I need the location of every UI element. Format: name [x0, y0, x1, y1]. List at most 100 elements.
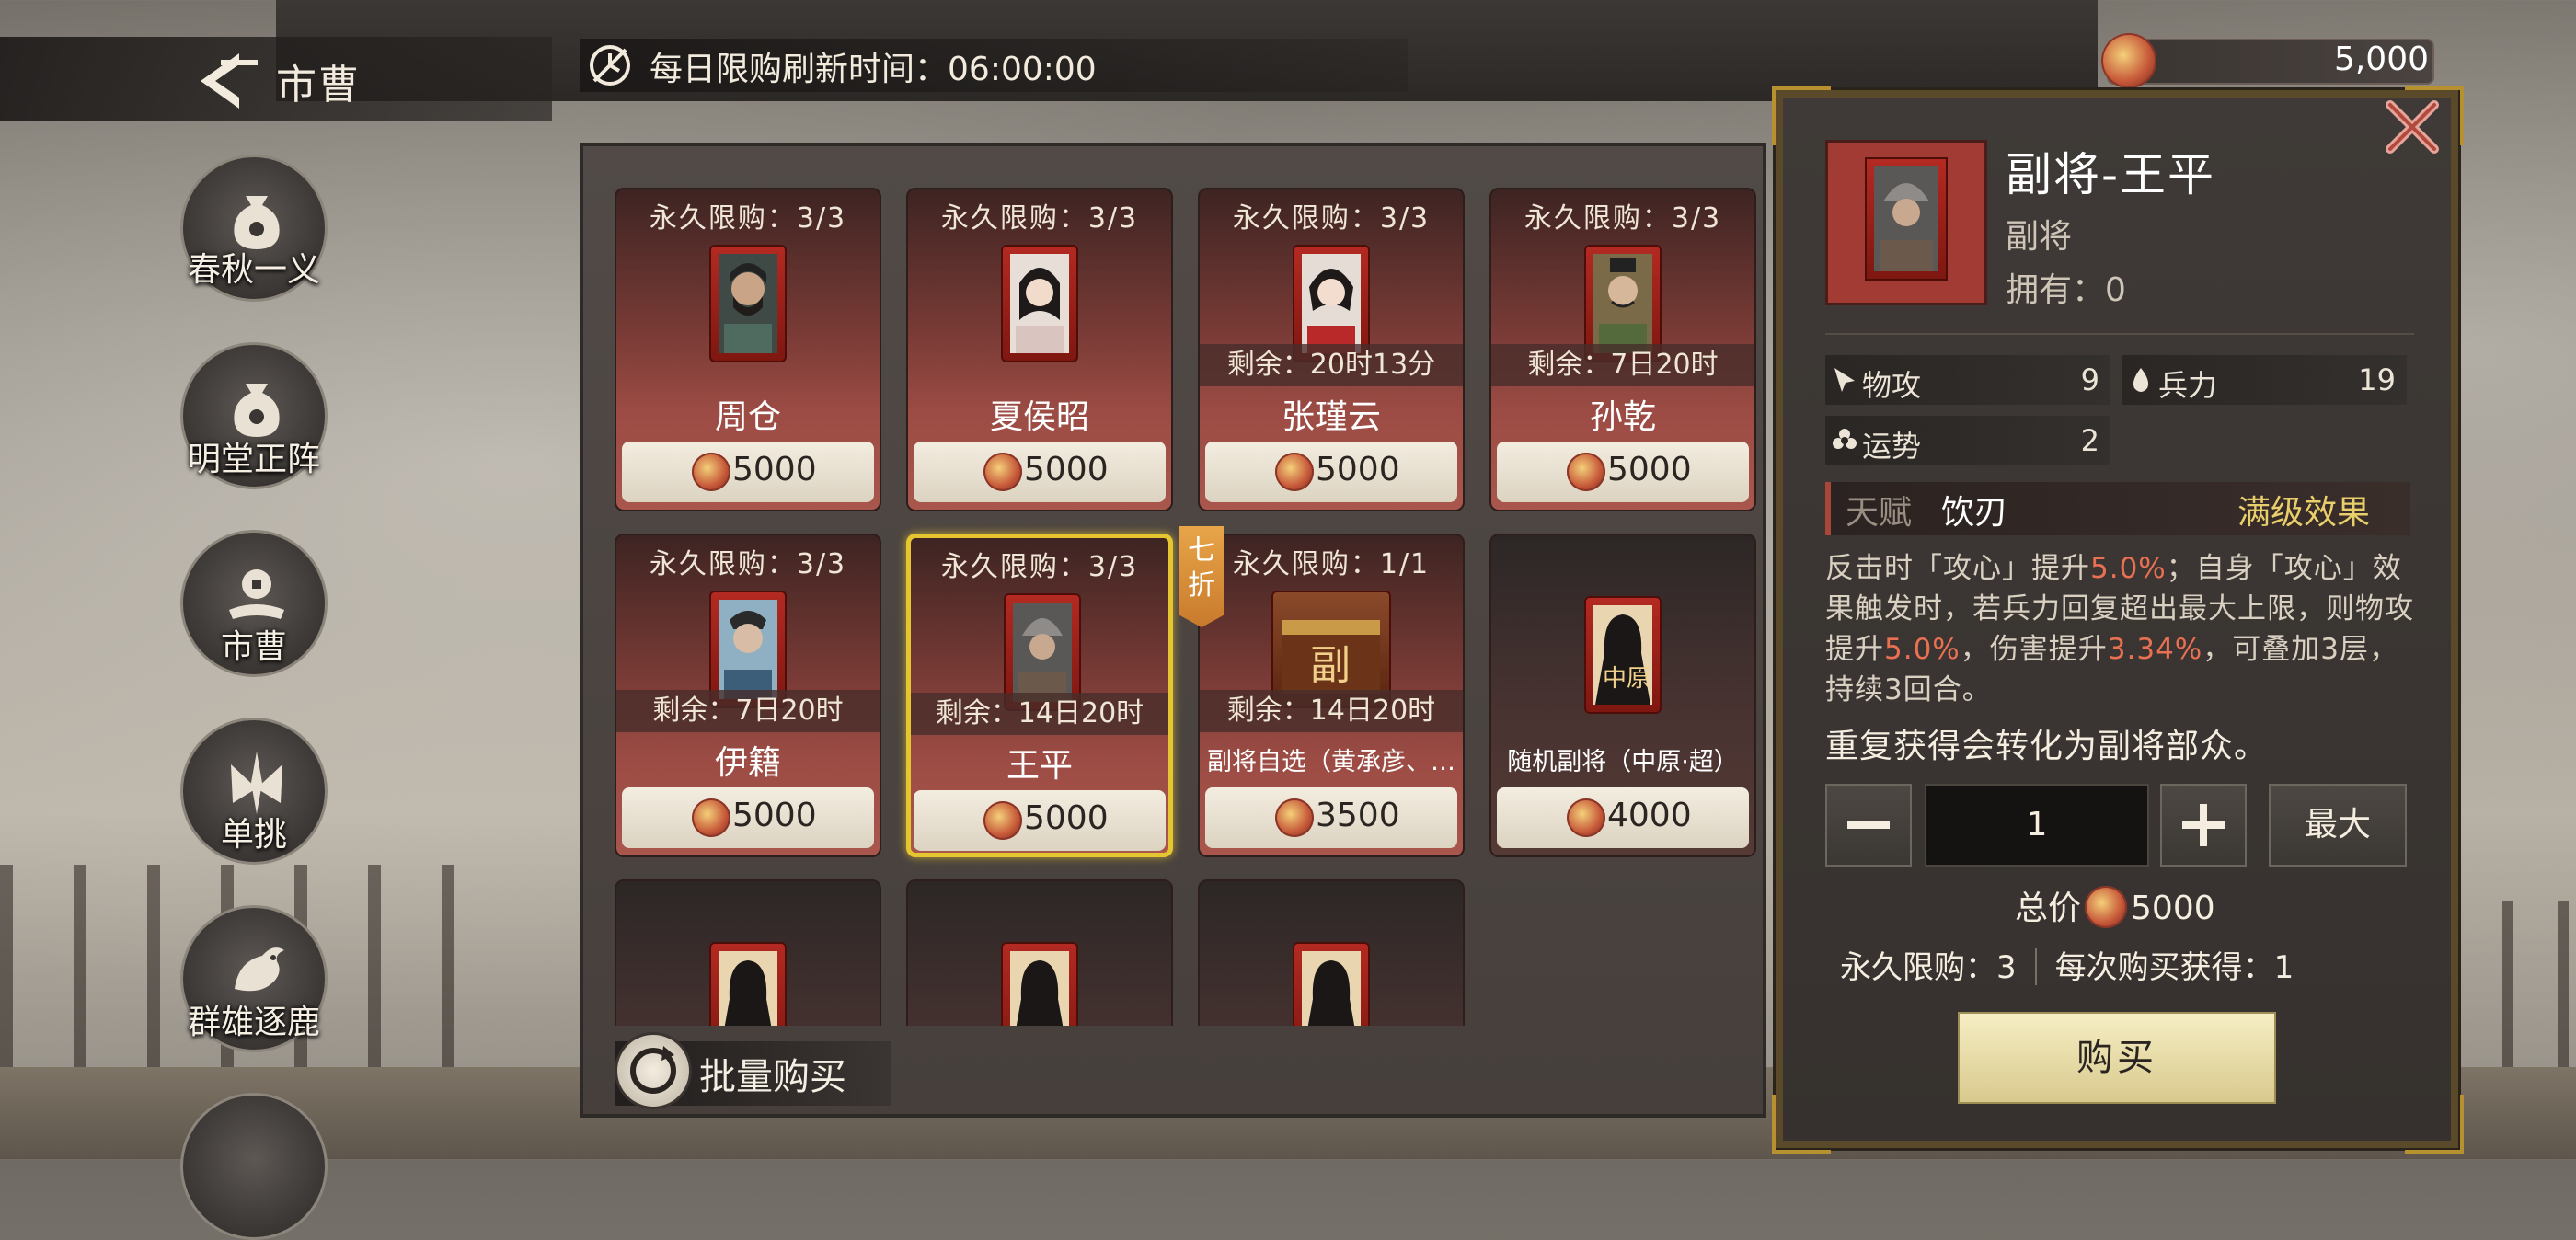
detail-type: 副将 [2006, 218, 2073, 256]
separator [2034, 948, 2037, 985]
increase-button[interactable] [2160, 784, 2247, 867]
general-portrait [1001, 245, 1078, 362]
cursor-icon [1834, 368, 1855, 392]
perm-limit: 永久限购：3 [1840, 949, 2017, 986]
shop-card[interactable]: 中原 随机副将（中原·超） 4000 [1489, 534, 1756, 857]
card-name: 张瑾云 [1281, 398, 1381, 436]
refresh-time-text: 每日限购刷新时间：06:00:00 [650, 51, 1097, 88]
currency-amount: 5,000 [2333, 40, 2429, 78]
detail-name: 副将-王平 [2006, 148, 2216, 201]
quantity-input[interactable]: 1 [1925, 784, 2149, 867]
price-bar: 5000 [914, 442, 1166, 502]
general-portrait [1865, 157, 1948, 281]
card-price: 5000 [732, 797, 817, 834]
coin-icon [692, 453, 730, 491]
coin-icon [2085, 886, 2128, 928]
purchase-limit: 永久限购：3/3 [649, 202, 847, 235]
clock-icon [590, 45, 630, 86]
shop-card[interactable]: 永久限购：3/3 周仓 5000 [615, 188, 881, 511]
sidebar-item-label: 群雄逐鹿 [187, 1004, 320, 1041]
drop-icon [2133, 368, 2149, 392]
card-name: 王平 [1006, 747, 1073, 785]
bulk-buy-label[interactable]: 批量购买 [699, 1047, 846, 1100]
shop-card[interactable]: 永久限购：3/3 剩余：7日20时 伊籍 5000 [615, 534, 881, 857]
talent-description: 反击时「攻心」提升5.0%；自身「攻心」效果触发时，若兵力回复超出最大上限，则物… [1825, 552, 2414, 706]
talent-label: 天赋 [1846, 494, 1913, 532]
coin-icon [1275, 453, 1314, 491]
detail-owned: 拥有：0 [2006, 271, 2126, 309]
card-price: 3500 [1316, 797, 1400, 834]
purchase-limit: 永久限购：3/3 [940, 551, 1139, 583]
price-bar: 4000 [1497, 787, 1749, 848]
total-price: 总价 5000 [2015, 881, 2215, 929]
card-price: 5000 [732, 451, 817, 488]
card-name: 周仓 [714, 398, 781, 436]
general-portrait [709, 245, 787, 362]
plus-icon [2182, 804, 2225, 846]
talent-name: 饮刃 [1941, 494, 2008, 532]
card-timer: 剩余：20时13分 [1200, 344, 1463, 386]
back-arrow-icon[interactable] [184, 44, 258, 118]
stat-attack: 物攻 9 [1825, 355, 2110, 405]
price-bar: 5000 [914, 790, 1166, 851]
shop-card[interactable]: 永久限购：1/1 副 剩余：14日20时 副将自选（黄承彦、… 3500 [1198, 534, 1465, 857]
refresh-arrow-icon[interactable] [615, 1032, 692, 1109]
card-price: 4000 [1607, 797, 1692, 834]
card-name: 伊籍 [714, 744, 781, 782]
card-price: 5000 [1024, 799, 1109, 837]
detail-portrait [1825, 140, 1987, 305]
shop-card-selected[interactable]: 永久限购：3/3 剩余：14日20时 王平 5000 [906, 534, 1173, 857]
max-button[interactable]: 最大 [2269, 784, 2407, 867]
shop-card[interactable]: 永久限购：3/3 剩余：20时13分 张瑾云 5000 [1198, 188, 1465, 511]
sidebar-item-more[interactable] [180, 1093, 328, 1240]
purchase-limit: 永久限购：3/3 [940, 202, 1139, 235]
per-buy-amount: 每次购买获得：1 [2054, 949, 2294, 986]
card-price: 5000 [1024, 451, 1109, 488]
shop-card[interactable] [906, 879, 1173, 1026]
purchase-limit: 永久限购：3/3 [649, 548, 847, 580]
panel-corner [1772, 1095, 1831, 1154]
card-name: 随机副将（中原·超） [1507, 748, 1739, 776]
flower-icon [1833, 429, 1857, 449]
shop-card[interactable] [1198, 879, 1465, 1026]
shop-card[interactable]: 永久限购：3/3 剩余：7日20时 孙乾 5000 [1489, 188, 1756, 511]
price-bar: 5000 [622, 787, 874, 848]
purchase-limit: 永久限购：3/3 [1524, 202, 1722, 235]
mystery-portrait [1293, 942, 1370, 1026]
price-bar: 5000 [622, 442, 874, 502]
coin-icon [1567, 453, 1605, 491]
shop-card[interactable]: 永久限购：3/3 夏侯昭 5000 [906, 188, 1173, 511]
purchase-limit: 永久限购：3/3 [1232, 202, 1431, 235]
card-price: 5000 [1607, 451, 1692, 488]
mystery-portrait [709, 942, 787, 1026]
card-name: 孙乾 [1589, 398, 1656, 436]
sidebar-item-label: 单挑 [220, 816, 287, 854]
purchase-limit: 永久限购：1/1 [1232, 548, 1431, 580]
card-name: 副将自选（黄承彦、… [1207, 748, 1455, 776]
card-name: 夏侯昭 [989, 398, 1089, 436]
stat-luck: 运势 2 [1825, 416, 2110, 465]
shop-card[interactable] [615, 879, 881, 1026]
panel-corner [1772, 86, 1831, 145]
card-timer: 剩余：14日20时 [1200, 690, 1463, 732]
coin-icon [1275, 798, 1314, 837]
coin-icon [692, 798, 730, 837]
sidebar-item-label: 春秋一义 [187, 251, 320, 289]
close-icon[interactable] [2379, 94, 2445, 160]
price-bar: 3500 [1205, 787, 1457, 848]
coin-icon [1567, 798, 1605, 837]
decrease-button[interactable] [1825, 784, 1912, 867]
mystery-tag: 中原 [1603, 665, 1650, 693]
buy-button[interactable]: 购买 [1958, 1012, 2276, 1104]
stat-troops: 兵力 19 [2122, 355, 2407, 405]
talent-max-effect[interactable]: 满级效果 [2237, 486, 2370, 534]
purchase-info: 永久限购：3 每次购买获得：1 [1840, 942, 2410, 987]
divider [1825, 333, 2414, 335]
card-timer: 剩余：14日20时 [911, 693, 1168, 735]
minus-icon [1847, 821, 1890, 829]
mystery-portrait: 中原 [1584, 596, 1662, 714]
coin-icon [983, 453, 1022, 491]
discount-badge: 七折 [1179, 526, 1224, 627]
chest-tag: 副 [1310, 642, 1351, 689]
card-timer: 剩余：7日20时 [1491, 344, 1754, 386]
